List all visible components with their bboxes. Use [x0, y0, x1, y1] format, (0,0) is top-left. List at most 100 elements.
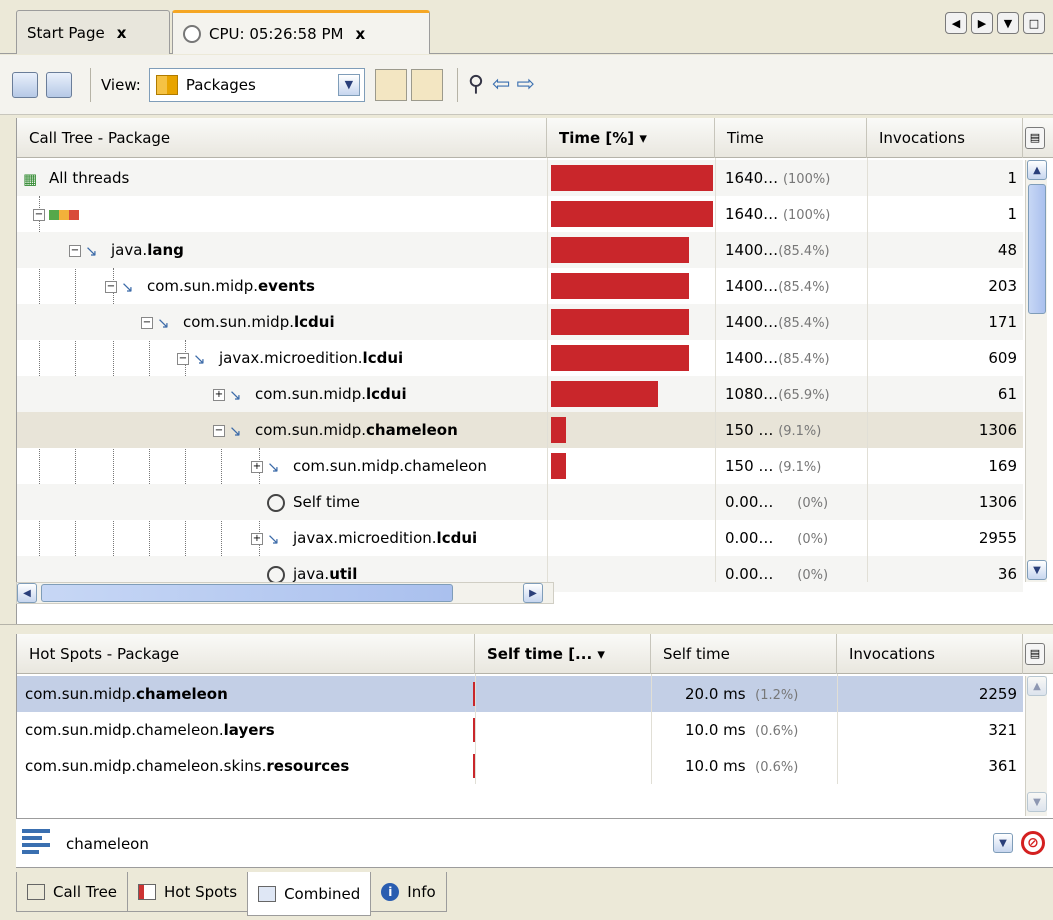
column-self-pct-header[interactable]: Self time [... ▾ — [475, 634, 651, 674]
column-name-header[interactable]: Call Tree - Package — [17, 118, 547, 158]
collapse-icon[interactable]: − — [69, 244, 81, 257]
scroll-down-icon[interactable]: ▼ — [1027, 792, 1047, 812]
table-row-selected[interactable]: − ↘ com.sun.midp.chameleon 150 … (9.1%) 13… — [17, 412, 1023, 448]
filter-icon[interactable] — [22, 829, 50, 857]
chevron-down-icon[interactable]: ▼ — [337, 73, 360, 96]
package-icon: ↘ — [85, 241, 98, 260]
chevron-down-icon[interactable]: ▼ — [993, 833, 1013, 853]
column-chooser-icon[interactable]: ▤ — [1025, 127, 1045, 149]
expand-icon[interactable]: + — [213, 388, 225, 401]
table-row[interactable]: com.sun.midp.chameleon.skins.resources 1… — [17, 748, 1023, 784]
scrollbar-thumb[interactable] — [1028, 184, 1046, 314]
scroll-down-icon[interactable]: ▼ — [1027, 560, 1047, 580]
expand-icon[interactable]: + — [251, 460, 263, 473]
table-row[interactable]: ▦ All threads 1640… (100%) 1 — [17, 160, 1023, 196]
table-row[interactable]: com.sun.midp.chameleon.layers 10.0 ms (0… — [17, 712, 1023, 748]
row-time: 1640… — [725, 169, 779, 187]
row-label-bold: chameleon — [136, 685, 228, 703]
find-previous-icon[interactable]: ⇦ — [492, 72, 510, 97]
tab-close-icon[interactable]: x — [117, 24, 127, 42]
editor-tab-bar: Start Page x CPU: 05:26:58 PM x ◀ ▶ ▼ □ — [0, 0, 1053, 54]
tab-call-tree[interactable]: Call Tree — [16, 872, 129, 912]
row-pct: (85.4%) — [778, 280, 830, 295]
row-invocations: 61 — [997, 385, 1017, 403]
maximize-icon[interactable]: □ — [1023, 12, 1045, 34]
row-pct: (85.4%) — [778, 352, 830, 367]
row-pct: (85.4%) — [778, 316, 830, 331]
scroll-left-icon[interactable]: ◀ — [17, 583, 37, 603]
clear-filter-icon[interactable]: ⊘ — [1021, 831, 1045, 855]
clock-icon — [267, 565, 285, 584]
row-invocations: 361 — [988, 757, 1017, 775]
tab-cpu-snapshot[interactable]: CPU: 05:26:58 PM x — [172, 10, 430, 54]
tab-hot-spots[interactable]: Hot Spots — [127, 872, 249, 912]
column-divider — [715, 158, 716, 582]
scroll-right-icon[interactable]: ▶ — [523, 583, 543, 603]
table-row[interactable]: Self time 0.00… (0%) 1306 — [17, 484, 1023, 520]
table-row[interactable]: − ↘ com.sun.midp.lcdui 1400…(85.4%) 171 — [17, 304, 1023, 340]
table-row[interactable]: − ↘ java.lang 1400…(85.4%) 48 — [17, 232, 1023, 268]
collapse-icon[interactable]: − — [141, 316, 153, 329]
collapse-tree-icon[interactable] — [410, 68, 443, 101]
table-row[interactable]: + ↘ com.sun.midp.lcdui 1080…(65.9%) 61 — [17, 376, 1023, 412]
row-self-time: 20.0 ms — [685, 685, 746, 703]
tab-combined[interactable]: Combined — [247, 872, 372, 916]
table-row[interactable]: − 1640… (100%) 1 — [17, 196, 1023, 232]
row-invocations: 171 — [988, 313, 1017, 331]
table-row[interactable]: + ↘ javax.microedition.lcdui 0.00… (0%) 29… — [17, 520, 1023, 556]
packages-icon — [155, 74, 178, 95]
tab-close-icon[interactable]: x — [355, 25, 365, 43]
view-select[interactable]: Packages ▼ — [148, 67, 365, 102]
column-invocations-header[interactable]: Invocations — [867, 118, 1023, 158]
find-next-icon[interactable]: ⇨ — [516, 72, 534, 97]
table-row[interactable]: − ↘ javax.microedition.lcdui 1400…(85.4%) … — [17, 340, 1023, 376]
scroll-up-icon[interactable]: ▲ — [1027, 160, 1047, 180]
column-divider — [837, 674, 838, 784]
expand-tree-icon[interactable] — [374, 68, 407, 101]
collapse-icon[interactable]: − — [33, 208, 45, 221]
scroll-right-icon[interactable]: ▶ — [971, 12, 993, 34]
vertical-scrollbar[interactable]: ▲ ▼ — [1025, 160, 1047, 582]
view-tabs: Call Tree Hot Spots Combined i Info — [16, 872, 447, 916]
column-chooser-icon[interactable]: ▤ — [1025, 643, 1045, 665]
column-time-header[interactable]: Time — [715, 118, 867, 158]
row-label-prefix: com.sun.midp. — [255, 385, 366, 403]
column-name-header[interactable]: Hot Spots - Package — [17, 634, 475, 674]
horizontal-scrollbar[interactable]: ◀ ▶ — [16, 582, 554, 604]
row-pct: (100%) — [782, 208, 831, 223]
row-label-prefix: com.sun.midp. — [183, 313, 294, 331]
table-row-selected[interactable]: com.sun.midp.chameleon 20.0 ms (1.2%) 22… — [17, 676, 1023, 712]
clock-icon — [183, 24, 201, 43]
panel-splitter[interactable] — [0, 624, 1053, 632]
row-self-time: 10.0 ms — [685, 757, 746, 775]
row-pct: (65.9%) — [778, 388, 830, 403]
collapse-icon[interactable]: − — [105, 280, 117, 293]
expand-icon[interactable]: + — [251, 532, 263, 545]
scroll-left-icon[interactable]: ◀ — [945, 12, 967, 34]
vertical-scrollbar[interactable]: ▲ ▼ — [1025, 676, 1047, 816]
column-time-pct-header[interactable]: Time [%] ▾ — [547, 118, 715, 158]
view-select-value: Packages — [185, 75, 256, 94]
row-pct: (0.6%) — [755, 724, 799, 739]
filter-input[interactable]: chameleon — [66, 819, 149, 869]
column-invocations-header[interactable]: Invocations — [837, 634, 1023, 674]
row-invocations: 36 — [997, 565, 1017, 583]
export-icon[interactable] — [46, 71, 72, 98]
table-row[interactable]: + ↘ com.sun.midp.chameleon 150 … (9.1%) 16… — [17, 448, 1023, 484]
table-row[interactable]: − ↘ com.sun.midp.events 1400…(85.4%) 203 — [17, 268, 1023, 304]
tab-start-page[interactable]: Start Page x — [16, 10, 170, 54]
row-label-prefix: javax.microedition. — [293, 529, 437, 547]
tab-list-icon[interactable]: ▼ — [997, 12, 1019, 34]
search-icon[interactable]: ⚲ — [468, 72, 484, 97]
row-pct: (0.6%) — [755, 760, 799, 775]
tab-info[interactable]: i Info — [370, 872, 447, 912]
row-invocations: 2259 — [978, 685, 1017, 703]
save-snapshot-icon[interactable] — [12, 71, 38, 98]
scroll-up-icon[interactable]: ▲ — [1027, 676, 1047, 696]
collapse-icon[interactable]: − — [177, 352, 189, 365]
scrollbar-thumb[interactable] — [41, 584, 453, 602]
column-self-time-header[interactable]: Self time — [651, 634, 837, 674]
collapse-icon[interactable]: − — [213, 424, 225, 437]
call-tree-header: Call Tree - Package Time [%] ▾ Time Invo… — [17, 118, 1053, 158]
row-time: 0.00… — [725, 529, 774, 547]
